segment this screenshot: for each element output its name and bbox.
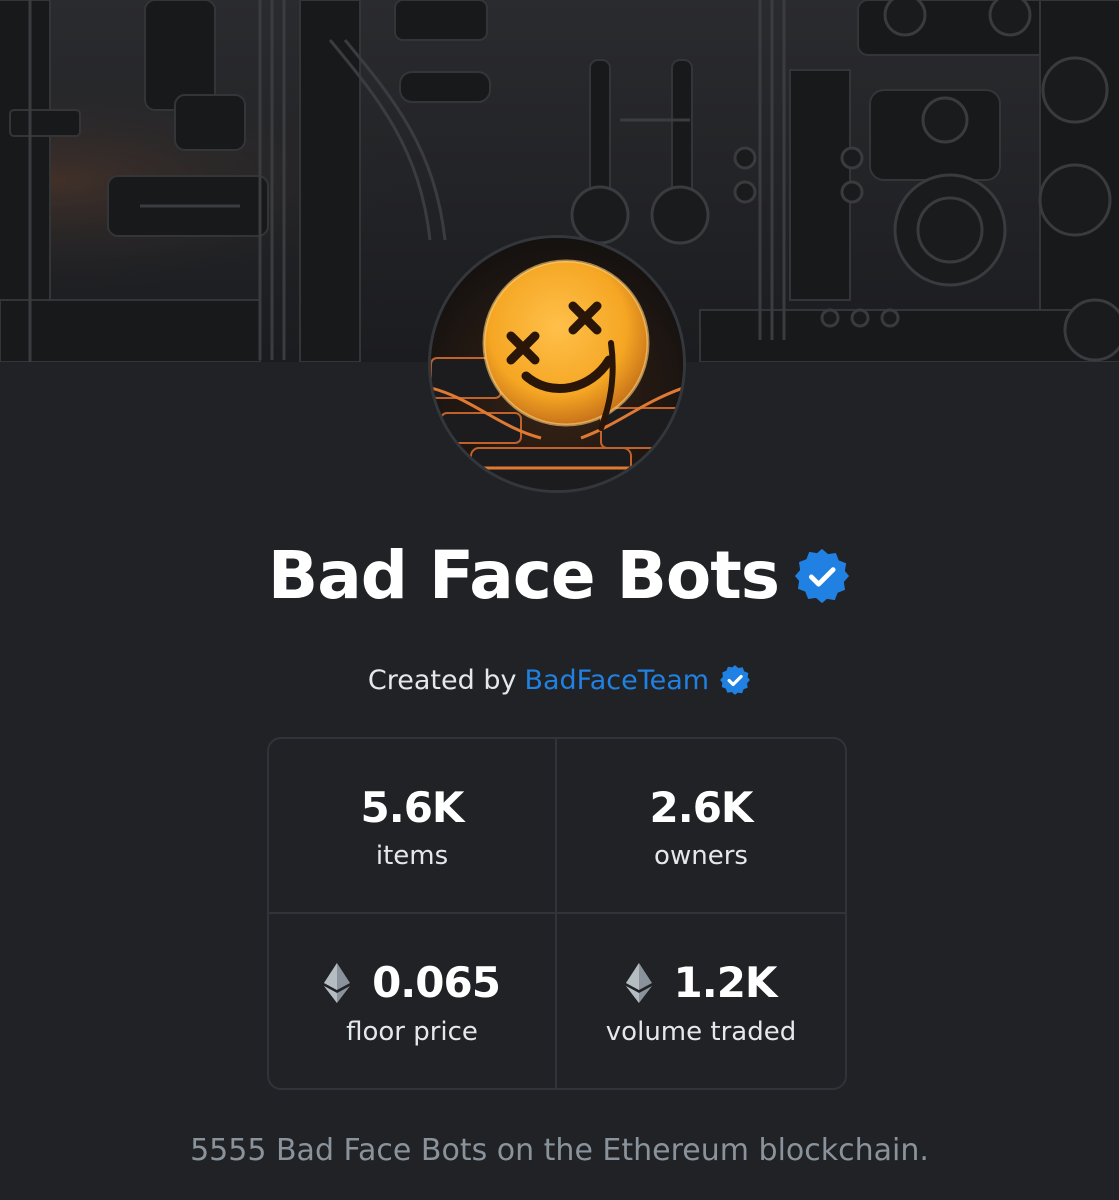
ethereum-icon — [625, 962, 652, 1003]
collection-avatar — [428, 235, 686, 493]
creator-prefix-label: Created by — [367, 664, 517, 696]
ethereum-icon — [324, 962, 351, 1003]
creator-row: Created by BadFaceTeam — [0, 658, 1119, 702]
stat-value: 2.6K — [649, 782, 754, 832]
verified-badge-icon — [795, 548, 850, 604]
stat-value: 0.065 — [372, 958, 501, 1008]
stat-owners[interactable]: 2.6K owners — [557, 739, 845, 914]
stat-label: owners — [654, 841, 748, 872]
verified-badge-icon — [720, 665, 751, 695]
stat-items[interactable]: 5.6K items — [269, 739, 557, 914]
stat-value: 5.6K — [360, 782, 465, 832]
creator-link[interactable]: BadFaceTeam — [524, 665, 709, 696]
collection-description: 5555 Bad Face Bots on the Ethereum block… — [190, 1133, 929, 1168]
collection-page: Bad Face Bots Created by BadFaceTeam 5.6… — [0, 0, 1119, 1200]
collection-title-row: Bad Face Bots — [0, 530, 1119, 620]
stat-label: floor price — [346, 1016, 478, 1047]
collection-stats-grid: 5.6K items 2.6K owners 0.065 floor price — [267, 737, 847, 1090]
stat-label: volume traded — [605, 1016, 797, 1047]
collection-title: Bad Face Bots — [267, 536, 780, 614]
stat-value: 1.2K — [673, 958, 778, 1008]
stat-label: items — [375, 841, 449, 872]
stat-volume-traded[interactable]: 1.2K volume traded — [557, 914, 845, 1089]
stat-floor-price[interactable]: 0.065 floor price — [269, 913, 557, 1088]
